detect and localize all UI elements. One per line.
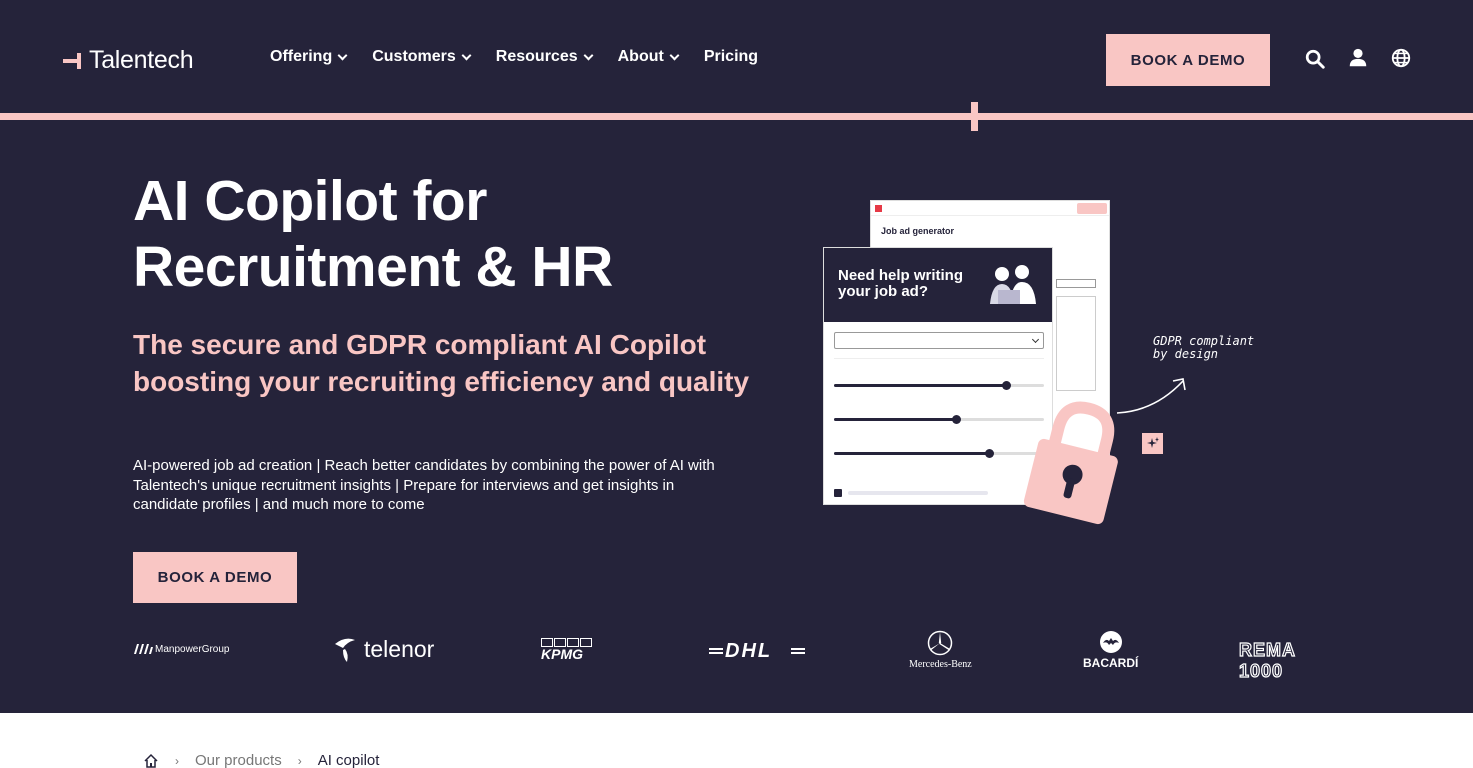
home-icon[interactable]: [143, 753, 159, 768]
hero-illustration: Job ad generator Need help writing your …: [815, 195, 1275, 530]
slider-knob: [985, 449, 995, 458]
nav-resources-label: Resources: [495, 48, 578, 65]
book-demo-button-hero[interactable]: BOOK A DEMO: [133, 552, 297, 603]
slider-fill: [834, 384, 1007, 387]
slider-fill: [834, 452, 990, 455]
hero-title: AI Copilot for Recruitment & HR: [133, 168, 773, 300]
hero-subtitle: The secure and GDPR compliant AI Copilot…: [133, 329, 750, 397]
mercedes-benz-label: Mercedes-Benz: [909, 659, 972, 670]
manpowergroup-logo: ManpowerGroup: [133, 642, 229, 656]
slider: [834, 449, 1044, 458]
manpowergroup-label: ManpowerGroup: [155, 643, 230, 655]
separator: [834, 358, 1044, 359]
dhl-label: DHL: [725, 640, 773, 662]
chevron-down-icon: [1031, 335, 1040, 344]
breadcrumb-separator-icon: ›: [297, 753, 302, 768]
text-field: [1056, 279, 1096, 288]
nav-offering-label: Offering: [270, 48, 333, 65]
talentech-logo-icon: [63, 52, 81, 69]
kpmg-label: KPMG: [541, 646, 583, 662]
brand-logo[interactable]: Talentech: [63, 46, 194, 75]
nav-pricing[interactable]: Pricing: [704, 48, 758, 66]
bacardi-logo: BACARDÍ: [1083, 630, 1138, 670]
nav-resources[interactable]: Resources: [495, 48, 594, 66]
breadcrumb-our-products[interactable]: Our products: [195, 752, 282, 768]
nav-about-label: About: [617, 48, 664, 65]
rema-1000-label: REMA 1000: [1238, 639, 1296, 681]
dhl-logo: DHL: [709, 640, 805, 662]
hero-title-line2: Recruitment & HR: [133, 235, 613, 299]
brand-name: Talentech: [89, 46, 194, 74]
site-header: Talentech Offering Customers Resources A…: [0, 0, 1473, 112]
help-card-heading: Need help writing your job ad?: [838, 267, 964, 300]
padlock-icon: [1023, 401, 1118, 525]
breadcrumb-ai-copilot: AI copilot: [317, 752, 380, 768]
slider: [834, 381, 1044, 390]
slider-knob: [1002, 381, 1012, 390]
gdpr-note: GDPR compliant by design: [1153, 334, 1255, 361]
header-divider: [0, 113, 1473, 120]
help-card-header: Need help writing your job ad?: [824, 248, 1052, 322]
nav-about[interactable]: About: [617, 48, 680, 66]
slider: [834, 415, 1044, 424]
telenor-mark-icon: [335, 638, 355, 662]
dropdown-select: [834, 332, 1044, 349]
manpower-mark-icon: [134, 644, 153, 654]
search-icon[interactable]: [1304, 48, 1326, 70]
nav-customers[interactable]: Customers: [372, 48, 472, 66]
mercedes-benz-logo: Mercedes-Benz: [909, 630, 972, 670]
people-illustration-icon: [990, 265, 1036, 304]
customer-logos: ManpowerGroup telenor KPMG DHL Mercedes-…: [133, 626, 1343, 682]
chevron-down-icon: [583, 50, 594, 60]
chevron-down-icon: [669, 50, 680, 60]
globe-icon[interactable]: [1390, 47, 1412, 69]
nav-pricing-label: Pricing: [703, 48, 759, 65]
window-topbar: [871, 201, 1109, 216]
job-ad-help-card: Need help writing your job ad?: [823, 247, 1053, 505]
job-ad-generator-title: Job ad generator: [881, 226, 955, 236]
checkbox-icon: [834, 489, 842, 497]
telenor-logo: telenor: [331, 634, 434, 664]
nav-offering[interactable]: Offering: [270, 48, 348, 66]
main-nav: Offering Customers Resources About Prici…: [270, 48, 758, 66]
book-demo-button-header[interactable]: BOOK A DEMO: [1106, 34, 1270, 86]
app-logo-icon: [875, 205, 882, 212]
blurred-text: [848, 491, 988, 495]
slider-knob: [951, 415, 961, 424]
chevron-down-icon: [461, 50, 472, 60]
kpmg-logo: KPMG: [541, 638, 592, 662]
mercedes-star-icon: [928, 630, 953, 656]
bacardi-bat-icon: [1099, 631, 1122, 653]
slider-fill: [834, 418, 956, 421]
curved-arrow-icon: [1116, 378, 1186, 414]
hero-title-line1: AI Copilot for: [133, 169, 487, 233]
sparkle-icon: [1142, 433, 1163, 454]
telenor-label: telenor: [364, 635, 435, 662]
chevron-down-icon: [337, 50, 348, 60]
bacardi-label: BACARDÍ: [1083, 656, 1139, 670]
text-area: [1056, 296, 1096, 391]
nav-customers-label: Customers: [372, 48, 456, 65]
user-icon[interactable]: [1347, 47, 1369, 69]
breadcrumb-separator-icon: ›: [175, 753, 179, 768]
divider-tick: [971, 102, 978, 131]
breadcrumb: › Our products › AI copilot: [143, 752, 379, 768]
rema-1000-logo: REMA 1000: [1238, 639, 1343, 682]
hero-description: AI-powered job ad creation | Reach bette…: [133, 457, 715, 513]
user-pill: [1077, 203, 1107, 214]
